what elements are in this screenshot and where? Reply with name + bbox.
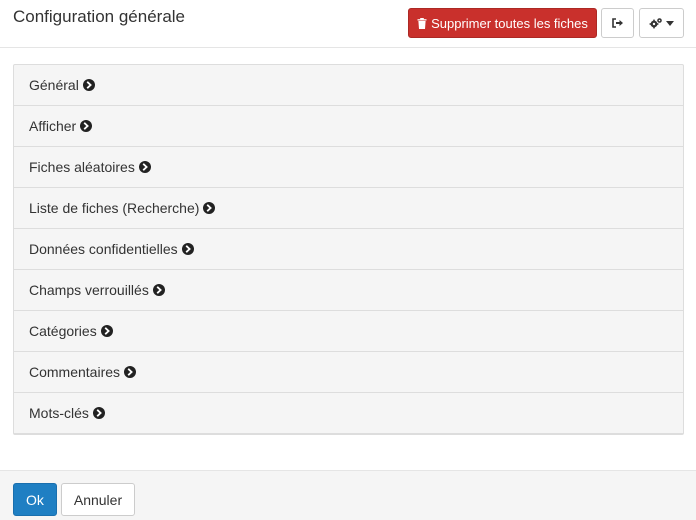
chevron-circle-right-icon [152, 284, 165, 296]
exit-button[interactable] [601, 8, 634, 38]
chevron-circle-right-icon [80, 120, 93, 132]
section-label: Données confidentielles [29, 241, 178, 257]
section-label: Afficher [29, 118, 77, 134]
trash-icon [417, 17, 427, 29]
cogs-icon [649, 17, 663, 29]
sign-out-icon [611, 18, 624, 28]
chevron-circle-right-icon [100, 325, 113, 337]
chevron-circle-right-icon [92, 407, 105, 419]
chevron-circle-right-icon [203, 202, 216, 214]
settings-dropdown-button[interactable] [639, 8, 684, 38]
dialog-header: Configuration générale Supprimer toutes … [0, 0, 696, 48]
section-mots-cles[interactable]: Mots-clés [14, 393, 683, 434]
page-title: Configuration générale [13, 7, 186, 26]
dialog-footer: Ok Annuler [0, 470, 696, 520]
section-afficher[interactable]: Afficher [14, 106, 683, 147]
section-label: Fiches aléatoires [29, 159, 135, 175]
delete-all-records-label: Supprimer toutes les fiches [431, 15, 588, 31]
caret-down-icon [666, 20, 674, 26]
section-commentaires[interactable]: Commentaires [14, 352, 683, 393]
section-donnees-confidentielles[interactable]: Données confidentielles [14, 229, 683, 270]
section-label: Commentaires [29, 364, 121, 380]
delete-all-records-button[interactable]: Supprimer toutes les fiches [408, 8, 597, 38]
section-liste-de-fiches[interactable]: Liste de fiches (Recherche) [14, 188, 683, 229]
section-label: Champs verrouillés [29, 282, 149, 298]
section-label: Liste de fiches (Recherche) [29, 200, 200, 216]
chevron-circle-right-icon [124, 366, 137, 378]
section-label: Catégories [29, 323, 97, 339]
section-champs-verrouilles[interactable]: Champs verrouillés [14, 270, 683, 311]
chevron-circle-right-icon [138, 161, 151, 173]
section-fiches-aleatoires[interactable]: Fiches aléatoires [14, 147, 683, 188]
ok-button[interactable]: Ok [13, 483, 57, 516]
cancel-button[interactable]: Annuler [61, 483, 135, 516]
chevron-circle-right-icon [181, 243, 194, 255]
settings-sections-list: Général Afficher Fiches aléatoires Liste… [13, 64, 684, 435]
section-label: Mots-clés [29, 405, 89, 421]
chevron-circle-right-icon [82, 79, 95, 91]
section-categories[interactable]: Catégories [14, 311, 683, 352]
section-general[interactable]: Général [14, 65, 683, 106]
section-label: Général [29, 77, 79, 93]
